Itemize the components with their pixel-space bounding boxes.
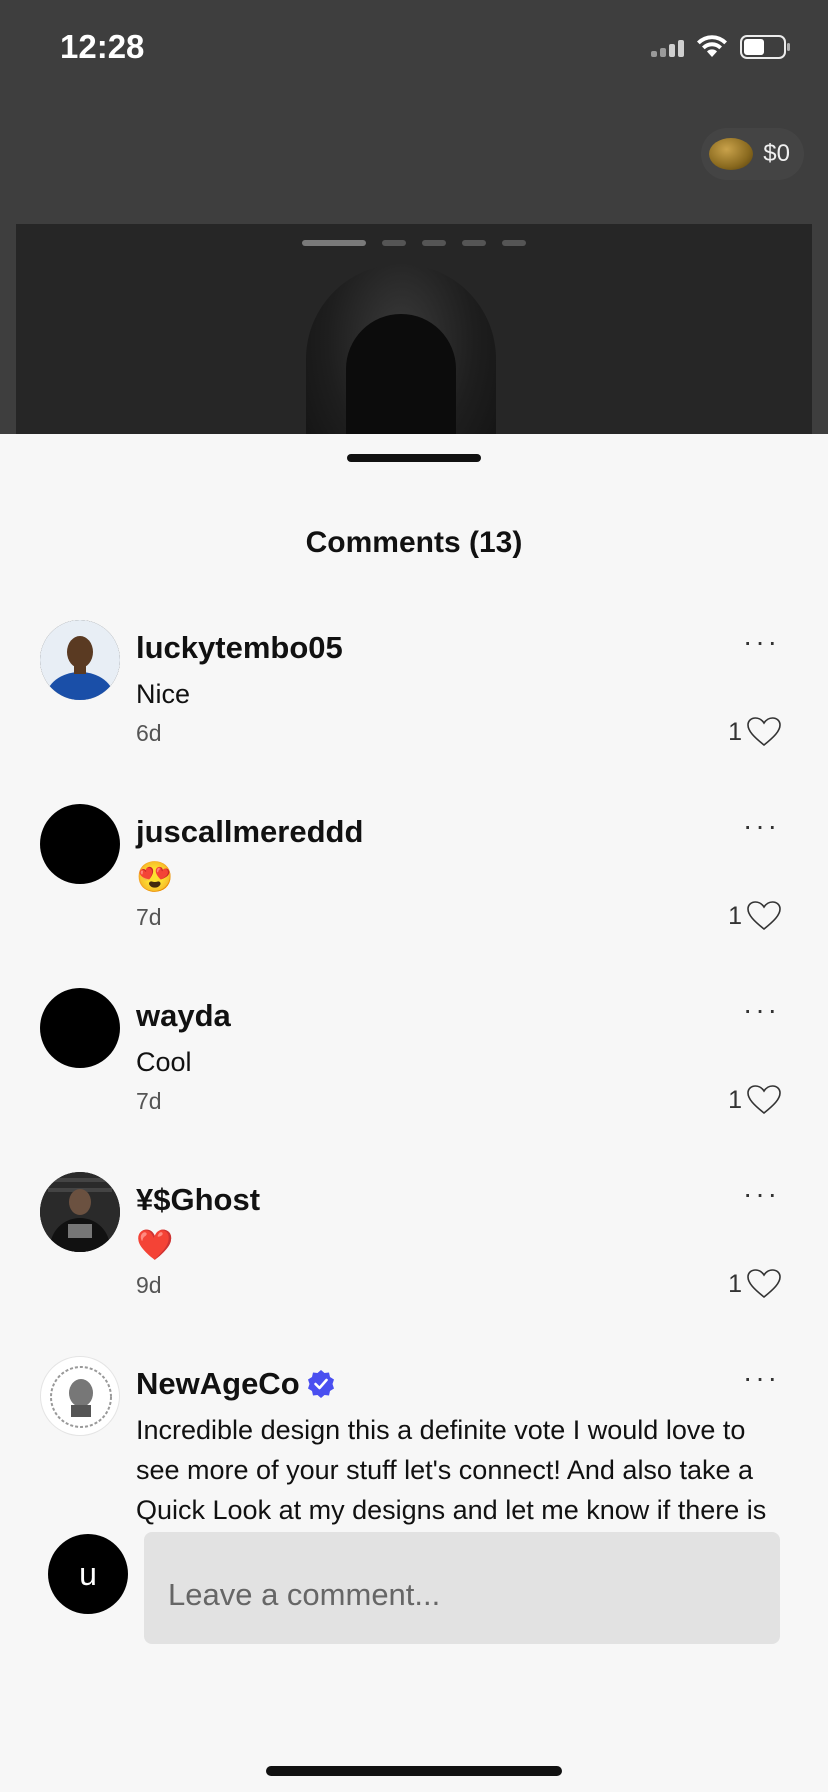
carousel-dots	[302, 240, 526, 246]
more-options-button[interactable]: ···	[743, 810, 780, 842]
current-user-avatar[interactable]: u	[48, 1534, 128, 1614]
heart-icon	[747, 1085, 781, 1115]
comment-composer: u	[0, 1532, 828, 1674]
comment-time: 6d	[136, 720, 162, 746]
heart-icon	[747, 1269, 781, 1299]
sheet-grabber[interactable]	[347, 454, 481, 462]
avatar[interactable]	[40, 620, 120, 700]
status-time: 12:28	[60, 28, 145, 65]
like-count: 1	[728, 901, 742, 930]
comment-time: 9d	[136, 1272, 162, 1298]
comment-item: NewAgeCo Incredible design this a defini…	[0, 1356, 828, 1565]
avatar[interactable]	[40, 1356, 120, 1436]
like-button[interactable]: 1	[728, 716, 782, 748]
status-icons	[651, 34, 792, 60]
like-count: 1	[728, 717, 742, 746]
comment-item: wayda Cool 7d ··· 1	[0, 988, 828, 1172]
comment-text: Nice	[136, 679, 191, 709]
avatar[interactable]	[40, 804, 120, 884]
hoodie-image	[306, 264, 496, 434]
comments-sheet: Comments (13) luckytembo05 Nice 6d ··· 1…	[0, 434, 828, 1792]
more-options-button[interactable]: ···	[743, 626, 780, 658]
like-button[interactable]: 1	[728, 900, 782, 932]
avatar[interactable]	[40, 1172, 120, 1252]
comment-text: 😍	[136, 861, 174, 894]
comment-username[interactable]: NewAgeCo	[136, 1366, 336, 1402]
like-count: 1	[728, 1269, 742, 1298]
wifi-icon	[697, 35, 727, 57]
comment-input[interactable]	[144, 1532, 780, 1644]
coin-icon	[709, 138, 754, 170]
status-bar: 12:28	[0, 0, 828, 100]
coin-balance: $0	[763, 140, 790, 167]
carousel-dot	[462, 240, 486, 246]
like-count: 1	[728, 1085, 742, 1114]
cellular-signal-icon	[651, 37, 684, 57]
comment-username[interactable]: luckytembo05	[136, 630, 343, 666]
heart-icon	[747, 717, 781, 747]
carousel-dot	[502, 240, 526, 246]
product-image-carousel[interactable]	[16, 224, 812, 434]
comment-item: luckytembo05 Nice 6d ··· 1	[0, 620, 828, 804]
carousel-dot	[382, 240, 406, 246]
comment-username[interactable]: wayda	[136, 998, 231, 1034]
coin-balance-pill[interactable]: $0	[701, 128, 804, 180]
verified-badge-icon	[307, 1370, 334, 1398]
home-indicator	[266, 1766, 562, 1776]
comment-text: Cool	[136, 1047, 192, 1077]
comment-time: 7d	[136, 1088, 162, 1114]
like-button[interactable]: 1	[728, 1268, 782, 1300]
avatar[interactable]	[40, 988, 120, 1068]
carousel-dot	[422, 240, 446, 246]
more-options-button[interactable]: ···	[743, 994, 780, 1026]
comment-username[interactable]: juscallmereddd	[136, 814, 363, 850]
more-options-button[interactable]: ···	[743, 1178, 780, 1210]
like-button[interactable]: 1	[728, 1084, 782, 1116]
comment-username-text: NewAgeCo	[136, 1366, 300, 1401]
comment-time: 7d	[136, 904, 162, 930]
carousel-dot-active	[302, 240, 366, 246]
comment-text: ❤️	[136, 1229, 174, 1262]
comment-item: juscallmereddd 😍 7d ··· 1	[0, 804, 828, 988]
comment-username[interactable]: ¥$Ghost	[136, 1182, 260, 1218]
heart-icon	[747, 901, 781, 931]
sheet-title: Comments (13)	[305, 526, 523, 559]
more-options-button[interactable]: ···	[743, 1362, 780, 1394]
battery-icon	[740, 35, 790, 59]
comment-item: ¥$Ghost ❤️ 9d ··· 1	[0, 1172, 828, 1356]
